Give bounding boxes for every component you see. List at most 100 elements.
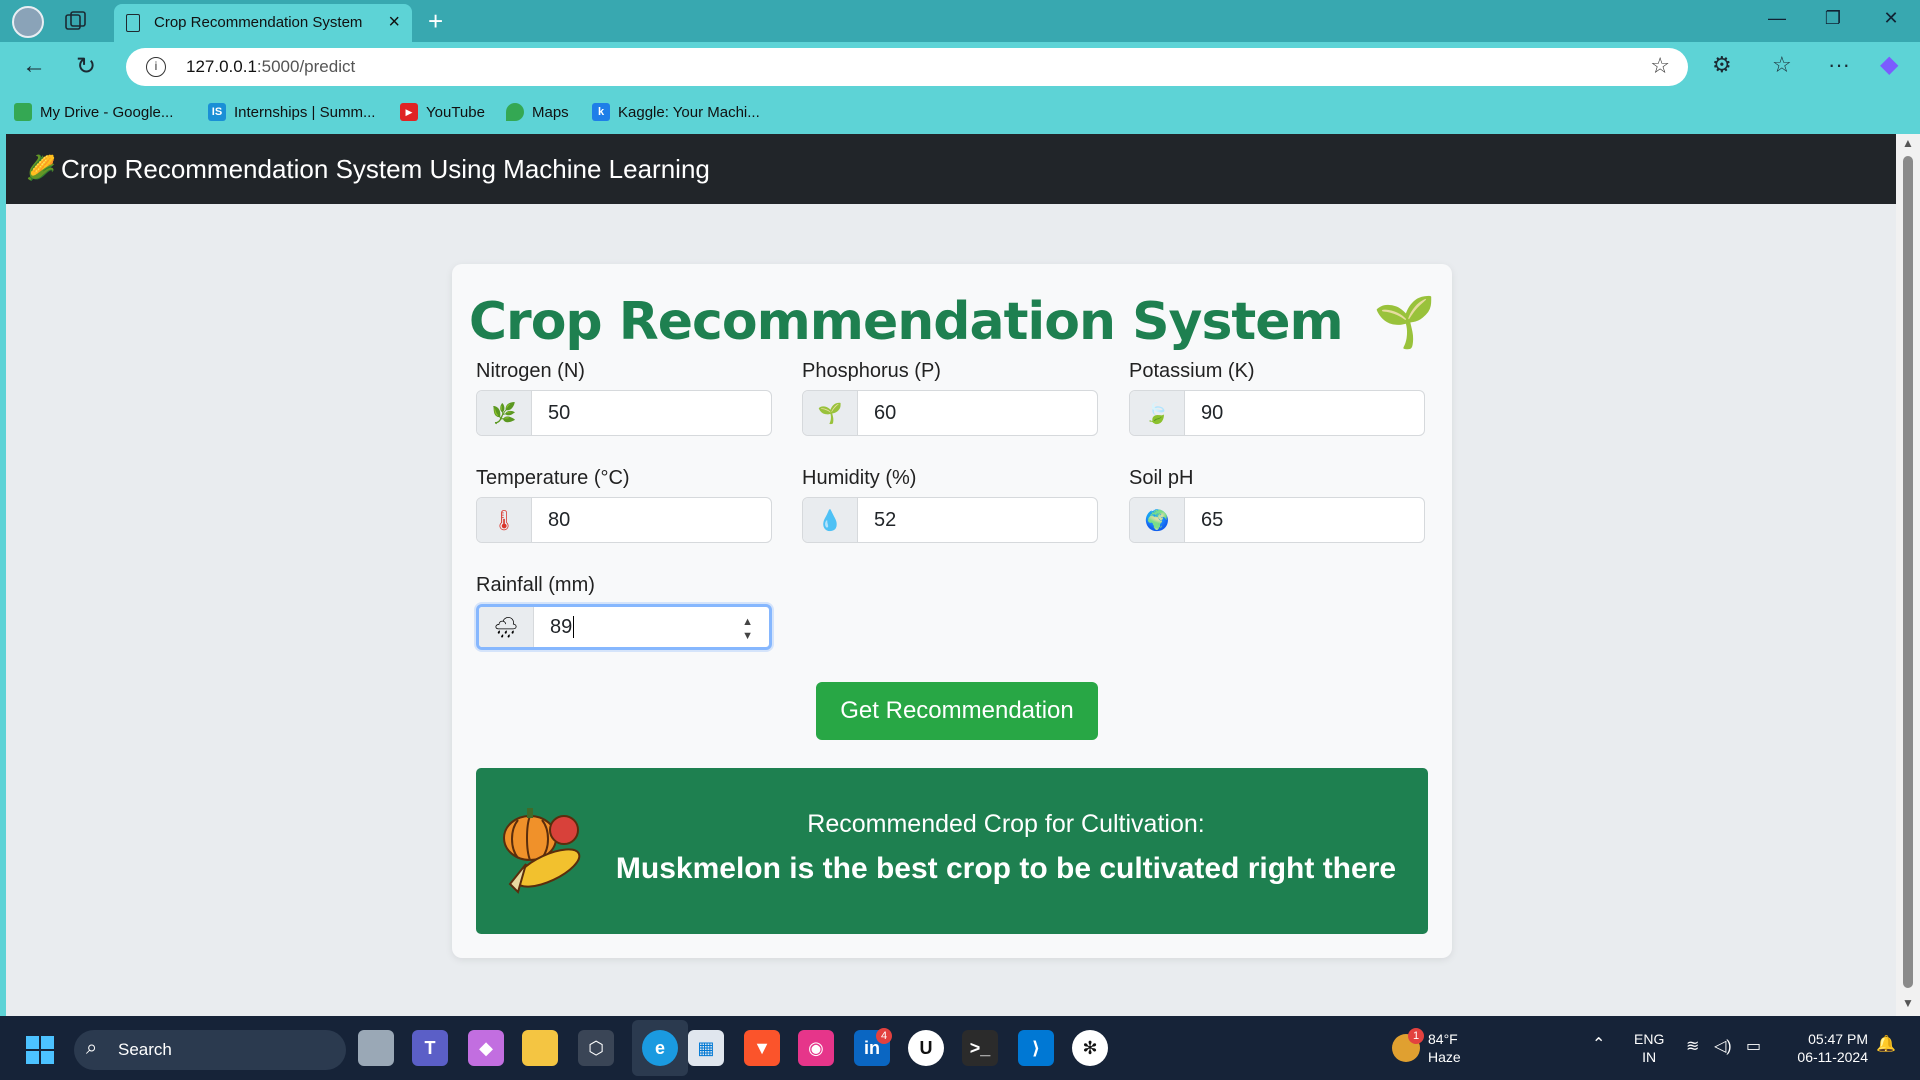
more-menu-icon[interactable]: ···	[1828, 52, 1850, 78]
bookmark-youtube[interactable]: ▶ YouTube	[400, 103, 485, 121]
settings-app-icon[interactable]: ⬡	[578, 1030, 614, 1066]
scroll-down-icon[interactable]: ▼	[1902, 996, 1914, 1010]
browser-toolbar: ← ↻ i 127.0.0.1:5000/predict ☆ ⚙ ☆ ··· ◆	[0, 42, 1920, 92]
field-label: Temperature (°C)	[476, 467, 630, 489]
tab-actions-icon[interactable]	[64, 10, 88, 32]
file-explorer-icon[interactable]	[522, 1030, 558, 1066]
potassium-input-group: 🍃 90	[1129, 390, 1425, 436]
teams-icon[interactable]: T	[412, 1030, 448, 1066]
internshala-icon: IS	[208, 103, 226, 121]
copilot-icon[interactable]: ◆	[1880, 50, 1898, 79]
site-info-icon[interactable]: i	[146, 57, 166, 77]
address-bar[interactable]: i 127.0.0.1:5000/predict ☆	[126, 48, 1688, 86]
favorite-star-icon[interactable]: ☆	[1650, 53, 1670, 79]
linkedin-badge: 4	[876, 1028, 892, 1044]
navbar-brand[interactable]: Crop Recommendation System Using Machine…	[61, 154, 710, 185]
bookmarks-bar: My Drive - Google... IS Internships | Su…	[0, 92, 1920, 134]
profile-avatar-icon[interactable]	[12, 6, 44, 38]
page-scrollbar[interactable]: ▲ ▼	[1896, 134, 1920, 1016]
get-recommendation-button[interactable]: Get Recommendation	[816, 682, 1098, 740]
humidity-input[interactable]: 52	[858, 498, 1097, 542]
browser-tab-active[interactable]: Crop Recommendation System ×	[114, 4, 412, 42]
back-icon[interactable]: ←	[22, 52, 46, 80]
close-tab-icon[interactable]: ×	[388, 11, 400, 34]
terminal-icon[interactable]: >_	[962, 1030, 998, 1066]
potassium-field: Potassium (K) 🍃 90	[1129, 360, 1425, 436]
sprout-icon: 🌱	[803, 391, 858, 435]
page-viewport: 🌽 Crop Recommendation System Using Machi…	[6, 134, 1896, 1016]
language-indicator[interactable]: ENG IN	[1634, 1030, 1664, 1066]
bookmark-kaggle[interactable]: k Kaggle: Your Machi...	[592, 103, 760, 121]
chatgpt-icon[interactable]: ✻	[1072, 1030, 1108, 1066]
url-path: :5000/predict	[256, 57, 356, 76]
favorites-icon[interactable]: ☆	[1772, 52, 1792, 78]
show-hidden-icons-chevron-icon[interactable]: ⌃	[1592, 1036, 1605, 1054]
wifi-icon[interactable]: ≋	[1686, 1038, 1699, 1056]
rainfall-input[interactable]: 89 ▲ ▼	[534, 607, 769, 647]
phosphorus-input-group: 🌱 60	[802, 390, 1098, 436]
instagram-app-icon[interactable]: ◉	[798, 1030, 834, 1066]
scroll-thumb[interactable]	[1903, 156, 1913, 988]
field-label: Humidity (%)	[802, 467, 917, 489]
page-icon	[126, 14, 140, 32]
close-window-icon[interactable]: ✕	[1876, 8, 1906, 29]
notification-bell-icon[interactable]: 🔔	[1876, 1036, 1896, 1054]
temperature-input[interactable]: 80	[532, 498, 771, 542]
volume-icon[interactable]: ◁)	[1714, 1038, 1732, 1056]
rainfall-input-group: 🌧 89 ▲ ▼	[476, 604, 772, 650]
minimize-icon[interactable]: —	[1762, 8, 1792, 29]
google-drive-icon	[14, 103, 32, 121]
number-spinner[interactable]: ▲ ▼	[742, 615, 753, 643]
field-label: Rainfall (mm)	[476, 574, 595, 596]
weather-widget[interactable]: 84°F Haze	[1428, 1030, 1461, 1066]
tab-title: Crop Recommendation System	[154, 14, 363, 31]
potassium-input[interactable]: 90	[1185, 391, 1424, 435]
task-view-icon[interactable]	[358, 1030, 394, 1066]
microsoft-store-icon[interactable]: ▦	[688, 1030, 724, 1066]
copilot-app-icon[interactable]: ◆	[468, 1030, 504, 1066]
soil-ph-field: Soil pH 🌍 65	[1129, 467, 1425, 543]
seedling-icon: 🌱	[1373, 293, 1436, 351]
bookmark-label: YouTube	[426, 103, 485, 121]
new-tab-icon[interactable]: +	[428, 6, 443, 37]
restore-icon[interactable]: ❐	[1818, 8, 1848, 29]
rainfall-value: 89	[550, 615, 573, 638]
bookmark-label: Kaggle: Your Machi...	[618, 103, 760, 121]
temperature-input-group: 🌡 80	[476, 497, 772, 543]
bookmark-internships[interactable]: IS Internships | Summ...	[208, 103, 375, 121]
harvest-crops-icon	[503, 808, 581, 894]
rain-cloud-icon: 🌧	[479, 607, 534, 647]
url-text[interactable]: 127.0.0.1:5000/predict	[186, 57, 355, 77]
kaggle-icon: k	[592, 103, 610, 121]
clock[interactable]: 05:47 PM 06-11-2024	[1784, 1030, 1868, 1066]
search-label: Search	[118, 1040, 172, 1059]
bookmark-label: My Drive - Google...	[40, 103, 174, 121]
bookmark-my-drive[interactable]: My Drive - Google...	[14, 103, 173, 121]
soil-ph-input[interactable]: 65	[1185, 498, 1424, 542]
extensions-icon[interactable]: ⚙	[1712, 52, 1732, 78]
herb-icon: 🌿	[477, 391, 532, 435]
app-navbar: 🌽 Crop Recommendation System Using Machi…	[6, 134, 1896, 204]
nitrogen-input[interactable]: 50	[532, 391, 771, 435]
phosphorus-input[interactable]: 60	[858, 391, 1097, 435]
humidity-input-group: 💧 52	[802, 497, 1098, 543]
windows-taskbar: ⌕ Search T ◆ ⬡ e ▦ ▼ ◉ in 4 U >_ ⟩ ✻ 1 8…	[0, 1016, 1920, 1080]
bookmark-maps[interactable]: Maps	[506, 103, 569, 121]
battery-icon[interactable]: ▭	[1746, 1038, 1761, 1056]
form-card: Crop Recommendation System 🌱 Nitrogen (N…	[452, 264, 1452, 958]
weather-temp: 84°F	[1428, 1031, 1458, 1047]
weather-badge: 1	[1408, 1028, 1424, 1044]
u-app-icon[interactable]: U	[908, 1030, 944, 1066]
corn-logo-icon: 🌽	[26, 155, 56, 182]
page-title: Crop Recommendation System 🌱	[452, 292, 1452, 352]
windows-start-icon[interactable]	[26, 1036, 54, 1064]
language-code: ENG	[1634, 1031, 1665, 1047]
refresh-icon[interactable]: ↻	[76, 52, 96, 81]
bookmark-label: Maps	[532, 103, 569, 121]
brave-browser-icon[interactable]: ▼	[744, 1030, 780, 1066]
taskbar-search[interactable]: ⌕ Search	[74, 1030, 346, 1070]
scroll-up-icon[interactable]: ▲	[1902, 136, 1914, 150]
edge-browser-icon[interactable]: e	[642, 1030, 678, 1066]
vscode-icon[interactable]: ⟩	[1018, 1030, 1054, 1066]
nitrogen-field: Nitrogen (N) 🌿 50	[476, 360, 772, 436]
